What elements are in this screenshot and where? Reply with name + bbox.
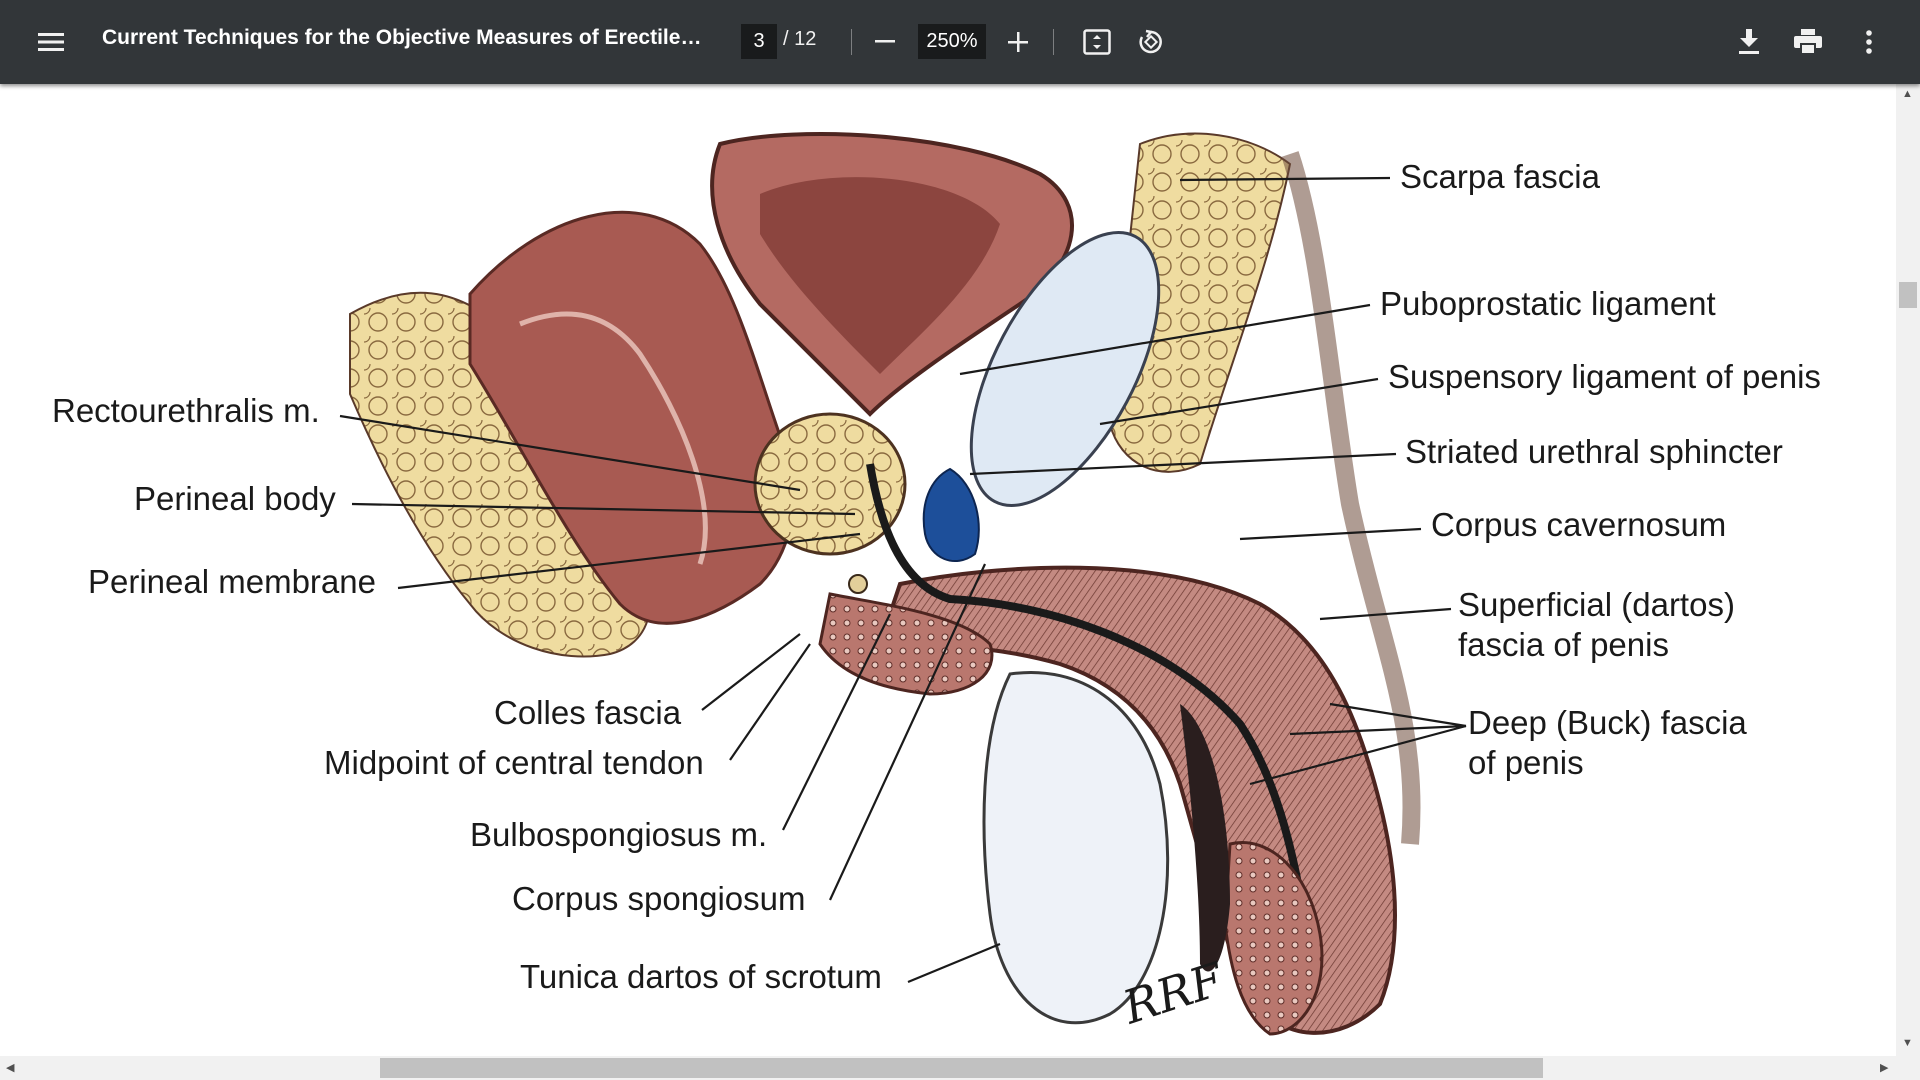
pdf-toolbar: Current Techniques for the Objective Mea… — [0, 0, 1920, 84]
scroll-down-arrow-icon[interactable]: ▼ — [1902, 1037, 1913, 1049]
rotate-icon[interactable] — [1130, 21, 1172, 63]
vertical-scroll-thumb[interactable] — [1899, 282, 1917, 308]
plus-icon[interactable] — [997, 21, 1039, 63]
scroll-right-arrow-icon[interactable]: ▶ — [1880, 1061, 1888, 1074]
scroll-left-arrow-icon[interactable]: ◀ — [6, 1061, 14, 1074]
label-buck-fascia-line2: of penis — [1468, 744, 1584, 781]
page-total: / 12 — [783, 28, 817, 50]
label-corpus-spongiosum: Corpus spongiosum — [512, 880, 806, 917]
label-dartos-fascia-line1: Superficial (dartos) — [1458, 586, 1735, 623]
label-dartos-fascia-line2: fascia of penis — [1458, 626, 1669, 663]
label-colles-fascia: Colles fascia — [494, 694, 682, 731]
label-central-tendon: Midpoint of central tendon — [324, 744, 704, 781]
page-number-input[interactable]: 3 — [741, 24, 777, 59]
label-perineal-membrane: Perineal membrane — [88, 563, 376, 600]
toolbar-divider — [851, 29, 852, 55]
label-striated-urethral-sphincter: Striated urethral sphincter — [1405, 433, 1783, 470]
label-puboprostatic-ligament: Puboprostatic ligament — [1380, 285, 1716, 322]
label-rectourethralis: Rectourethralis m. — [52, 392, 320, 429]
label-corpus-cavernosum: Corpus cavernosum — [1431, 506, 1727, 543]
minus-icon[interactable] — [864, 21, 906, 63]
document-title: Current Techniques for the Objective Mea… — [102, 26, 707, 49]
label-suspensory-ligament: Suspensory ligament of penis — [1388, 358, 1821, 395]
pdf-viewer[interactable]: RRF Rectourethralis m. Perineal body Per… — [0, 84, 1896, 1056]
zoom-input[interactable]: 250% — [918, 24, 986, 59]
toolbar-divider — [1053, 29, 1054, 55]
horizontal-scroll-thumb[interactable] — [380, 1058, 1543, 1078]
label-tunica-dartos: Tunica dartos of scrotum — [520, 958, 882, 995]
scroll-up-arrow-icon[interactable]: ▲ — [1902, 88, 1913, 100]
download-icon[interactable] — [1728, 21, 1770, 63]
print-icon[interactable] — [1787, 21, 1829, 63]
label-scarpa-fascia: Scarpa fascia — [1400, 158, 1600, 195]
label-perineal-body: Perineal body — [134, 480, 336, 517]
more-vert-icon[interactable] — [1848, 21, 1890, 63]
label-bulbospongiosus: Bulbospongiosus m. — [470, 816, 768, 853]
hamburger-menu-icon[interactable] — [30, 21, 72, 63]
label-buck-fascia-line1: Deep (Buck) fascia — [1468, 704, 1747, 741]
fit-page-icon[interactable] — [1076, 21, 1118, 63]
vertical-scrollbar[interactable] — [1896, 84, 1920, 1056]
